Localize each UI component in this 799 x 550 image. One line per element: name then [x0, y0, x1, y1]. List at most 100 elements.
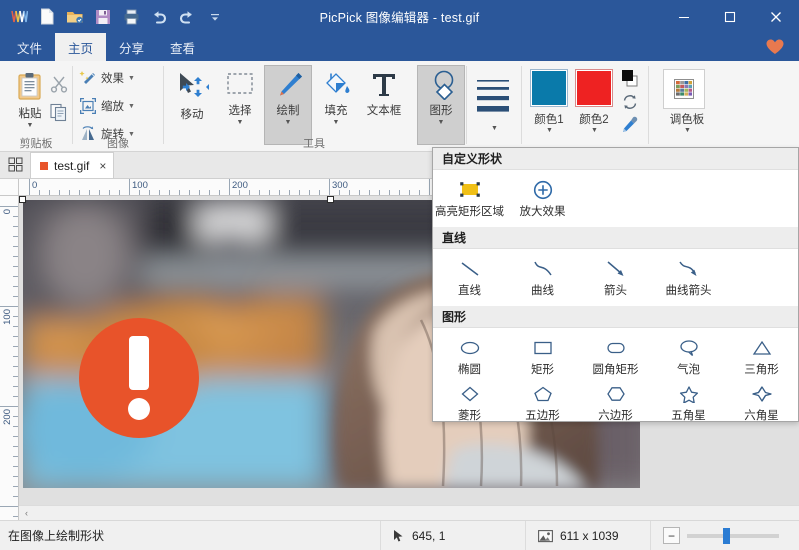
shape-item-six-star[interactable]: 六角星: [725, 379, 798, 425]
tab-home[interactable]: 主页: [55, 33, 106, 61]
tab-view[interactable]: 查看: [157, 33, 208, 61]
shape-item-label: 直线: [458, 282, 481, 298]
tool-draw-caret-icon[interactable]: ▼: [285, 119, 292, 126]
paint-bucket-icon: [320, 70, 352, 100]
swap-colors-icon[interactable]: [621, 93, 639, 116]
tool-select-caret-icon[interactable]: ▼: [237, 119, 244, 126]
shape-item-rectangle[interactable]: 矩形: [506, 333, 579, 379]
color-picker-icon[interactable]: [620, 115, 640, 140]
line-width-caret-icon[interactable]: ▼: [491, 125, 498, 132]
zoom-slider-track[interactable]: [687, 534, 779, 538]
document-tab-test-gif[interactable]: test.gif ×: [30, 152, 114, 178]
color1-swatch[interactable]: [530, 69, 568, 107]
line-width-button[interactable]: [475, 75, 511, 120]
shape-item-label: 曲线箭头: [666, 282, 712, 298]
effects-caret-icon[interactable]: ▼: [128, 75, 135, 82]
effects-label: 效果: [101, 70, 124, 86]
shape-item-hexagon[interactable]: 六边形: [579, 379, 652, 425]
zoom-slider-thumb[interactable]: [723, 528, 730, 544]
ruler-tick: [13, 386, 18, 387]
copy-button[interactable]: [50, 103, 69, 127]
ruler-tick: [13, 256, 18, 257]
shape-item-triangle[interactable]: 三角形: [725, 333, 798, 379]
palette-button[interactable]: [663, 69, 705, 109]
shapes-section-shapes-header: 图形: [433, 306, 798, 328]
ruler-tick: [249, 190, 250, 195]
horizontal-scrollbar[interactable]: ‹: [19, 505, 799, 520]
paste-button[interactable]: 粘贴 ▼: [6, 67, 54, 129]
undo-icon[interactable]: [146, 4, 172, 30]
shape-item-highlight-rect[interactable]: 高亮矩形区域: [433, 175, 506, 221]
new-file-icon[interactable]: [34, 4, 60, 30]
heart-icon[interactable]: [765, 38, 785, 61]
customize-qat-icon[interactable]: [202, 4, 228, 30]
shape-item-arrow[interactable]: 箭头: [579, 254, 652, 300]
tool-textbox-button[interactable]: 文本框: [360, 66, 408, 118]
save-icon[interactable]: [90, 4, 116, 30]
ruler-tick: [69, 190, 70, 195]
shape-item-label: 椭圆: [458, 361, 481, 377]
magic-wand-icon: [79, 69, 97, 87]
shape-item-pentagon[interactable]: 五边形: [506, 379, 579, 425]
paste-caret-icon[interactable]: ▼: [27, 122, 34, 129]
color2-swatch[interactable]: [575, 69, 613, 107]
shape-item-label: 菱形: [458, 407, 481, 423]
ruler-tick: [79, 190, 80, 195]
open-folder-icon[interactable]: [62, 4, 88, 30]
resize-caret-icon[interactable]: ▼: [128, 103, 135, 110]
shape-item-label: 矩形: [531, 361, 554, 377]
shape-item-curved-arrow[interactable]: 曲线箭头: [652, 254, 725, 300]
minimize-button[interactable]: [661, 0, 707, 33]
effects-button[interactable]: 效果 ▼: [79, 67, 135, 89]
ribbon-group-clipboard-label: 剪贴板: [0, 135, 72, 151]
tool-fill-caret-icon[interactable]: ▼: [333, 119, 340, 126]
shapes-dropdown-panel[interactable]: 自定义形状 高亮矩形区域: [432, 147, 799, 422]
ruler-tick: [13, 236, 18, 237]
tool-move-label: 移动: [181, 106, 204, 122]
picpick-logo-icon[interactable]: [6, 4, 32, 30]
exclamation-dot: [128, 398, 150, 420]
tool-move-button[interactable]: 移动: [168, 66, 216, 122]
color1-caret-icon[interactable]: ▼: [546, 127, 553, 134]
shape-item-rounded-rect[interactable]: 圆角矩形: [579, 333, 652, 379]
tool-select-button[interactable]: 选择 ▼: [216, 66, 264, 126]
shape-item-five-star[interactable]: 五角星: [652, 379, 725, 425]
tool-shapes-button[interactable]: 图形 ▼: [417, 65, 465, 145]
close-tab-icon[interactable]: ×: [95, 159, 106, 173]
thumbnails-button[interactable]: [0, 151, 30, 178]
rectangle-icon: [530, 336, 556, 360]
resize-button[interactable]: 缩放 ▼: [79, 95, 135, 117]
maximize-button[interactable]: [707, 0, 753, 33]
default-colors-icon[interactable]: [620, 69, 640, 93]
shape-item-label: 圆角矩形: [593, 361, 639, 377]
shape-item-ellipse[interactable]: 椭圆: [433, 333, 506, 379]
palette-caret-icon[interactable]: ▼: [684, 127, 691, 134]
shape-item-diamond[interactable]: 菱形: [433, 379, 506, 425]
scroll-left-icon[interactable]: ‹: [19, 508, 34, 518]
selection-handle-top-left[interactable]: [19, 196, 26, 203]
ruler-tick: [49, 190, 50, 195]
selection-handle-top-center[interactable]: [327, 196, 334, 203]
zoom-out-button[interactable]: −: [663, 527, 680, 544]
exclamation-overlay[interactable]: [79, 318, 199, 438]
shape-item-curve[interactable]: 曲线: [506, 254, 579, 300]
shape-item-magnify[interactable]: 放大效果: [506, 175, 579, 221]
tool-shapes-caret-icon[interactable]: ▼: [438, 119, 445, 126]
shape-item-line[interactable]: 直线: [433, 254, 506, 300]
tool-fill-button[interactable]: 填充 ▼: [312, 66, 360, 126]
color2-caret-icon[interactable]: ▼: [591, 127, 598, 134]
tool-draw-button[interactable]: 绘制 ▼: [264, 65, 312, 145]
ruler-tick: [99, 190, 100, 195]
ribbon-group-image: 效果 ▼ 缩放 ▼: [73, 61, 163, 152]
cut-button[interactable]: [50, 75, 68, 98]
ruler-tick: [13, 276, 18, 277]
shape-item-bubble[interactable]: 气泡: [652, 333, 725, 379]
close-button[interactable]: [753, 0, 799, 33]
print-icon[interactable]: [118, 4, 144, 30]
redo-icon[interactable]: [174, 4, 200, 30]
pencil-icon: [271, 70, 305, 100]
title-bar: PicPick 图像编辑器 - test.gif: [0, 0, 799, 33]
tab-file[interactable]: 文件: [4, 33, 55, 61]
tab-share[interactable]: 分享: [106, 33, 157, 61]
shapes-section-shapes-items: 椭圆 矩形 圆角矩形: [433, 328, 798, 431]
